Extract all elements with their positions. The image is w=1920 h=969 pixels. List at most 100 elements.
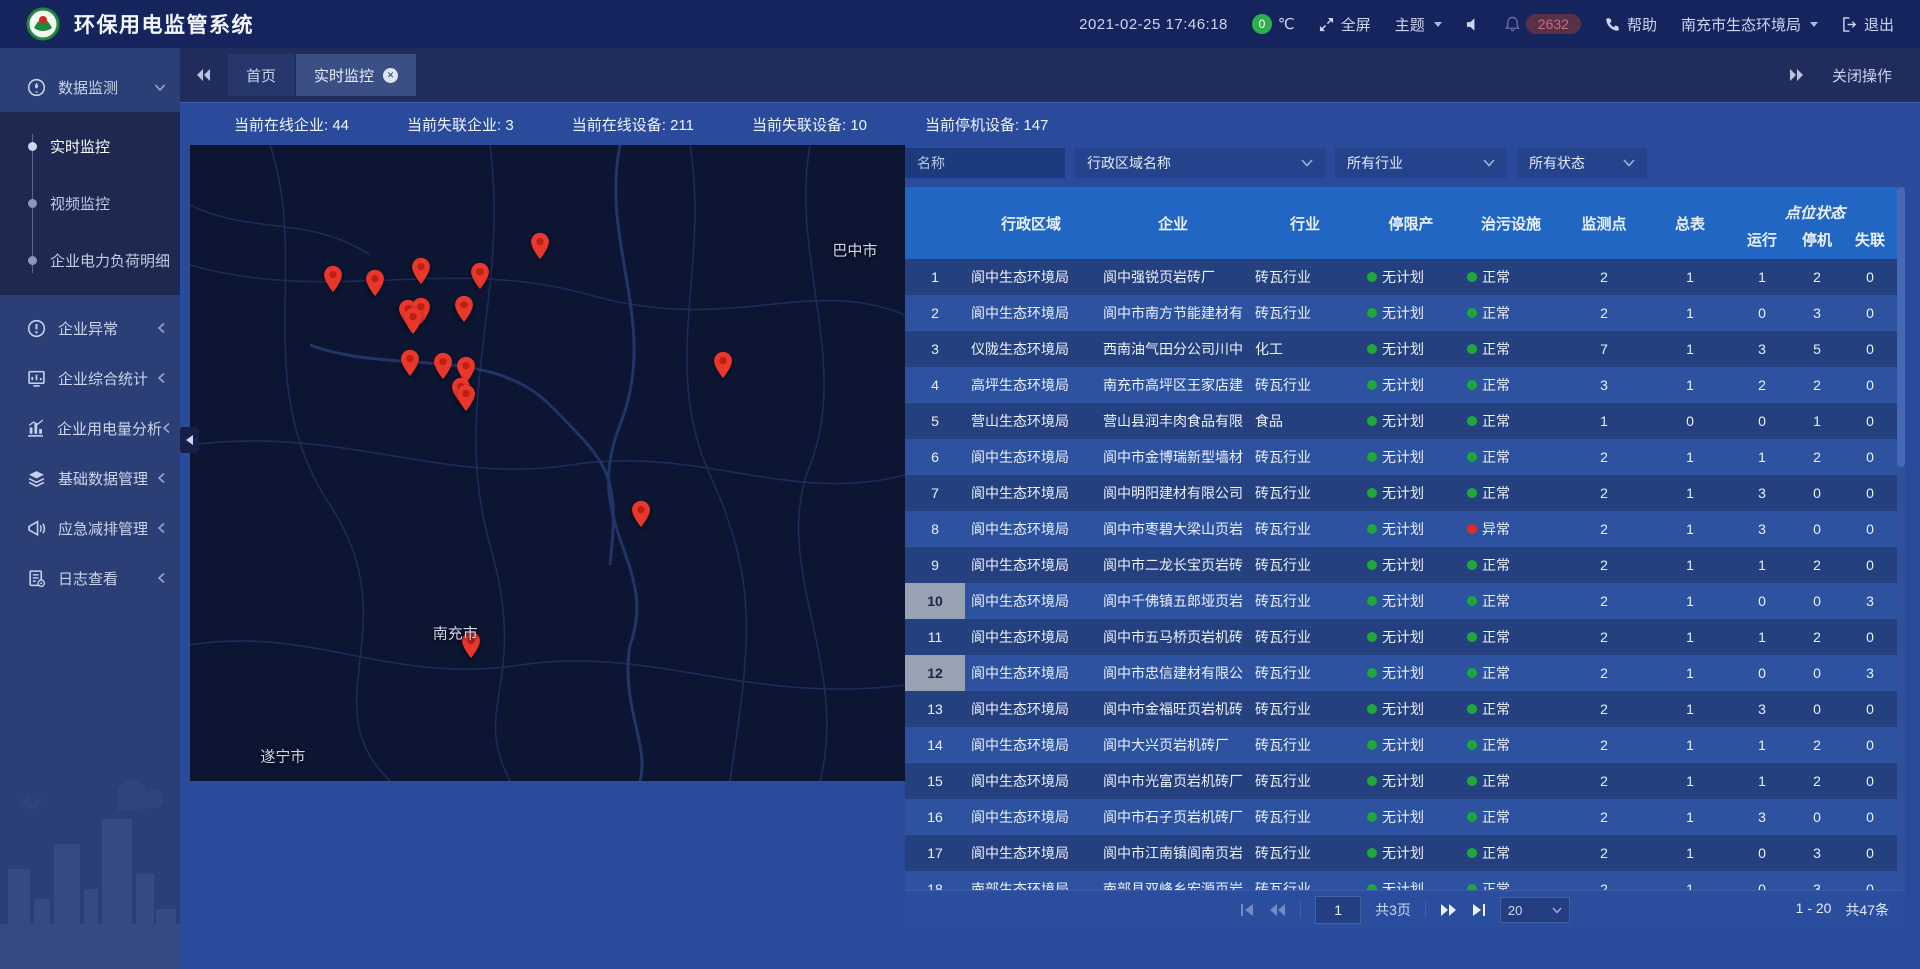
cell-lost: 0 <box>1843 511 1897 547</box>
tab-home[interactable]: 首页 <box>228 54 294 96</box>
map-pin-icon[interactable] <box>470 262 491 290</box>
alert-circle-icon <box>26 318 46 338</box>
cell-stop-status: 无计划 <box>1361 475 1461 511</box>
tab-close-icon[interactable]: ✕ <box>383 68 398 83</box>
sidebar-subitem-power-load-detail[interactable]: 企业电力负荷明细 <box>0 232 180 289</box>
table-row[interactable]: 3仪陇生态环境局西南油气田分公司川中化工无计划正常71350 <box>905 331 1897 367</box>
notification-widget[interactable]: 2632 <box>1505 14 1581 34</box>
tab-realtime[interactable]: 实时监控✕ <box>296 54 416 96</box>
tabs-scroll-left-button[interactable] <box>196 68 212 82</box>
fullscreen-button[interactable]: 全屏 <box>1319 14 1371 35</box>
cell-facility-status: 正常 <box>1461 655 1561 691</box>
next-page-button[interactable] <box>1440 903 1457 917</box>
header-subcol-0[interactable]: 运行 <box>1733 225 1791 259</box>
header-col-5[interactable]: 监测点 <box>1561 187 1647 259</box>
sidebar-item-emergency-reduce[interactable]: 应急减排管理 <box>0 503 180 553</box>
cell-index: 5 <box>905 403 965 439</box>
table-scrollbar[interactable] <box>1897 187 1905 890</box>
map-pin-icon[interactable] <box>410 257 431 285</box>
header-col-3[interactable]: 停限产 <box>1361 187 1461 259</box>
status-dot-icon <box>1367 740 1377 750</box>
name-search-input[interactable] <box>905 148 1065 178</box>
sidebar-item-enterprise-stats[interactable]: 企业综合统计 <box>0 353 180 403</box>
first-page-button[interactable] <box>1240 903 1255 917</box>
tabs-scroll-right-button[interactable] <box>1788 68 1804 82</box>
scrollbar-thumb[interactable] <box>1897 187 1905 467</box>
map-pin-icon[interactable] <box>530 232 551 260</box>
theme-dropdown[interactable]: 主题 <box>1395 14 1442 35</box>
cell-meter: 1 <box>1647 331 1733 367</box>
table-row[interactable]: 2阆中生态环境局阆中市南方节能建材有砖瓦行业无计划正常21030 <box>905 295 1897 331</box>
table-row[interactable]: 6阆中生态环境局阆中市金博瑞新型墙材砖瓦行业无计划正常21120 <box>905 439 1897 475</box>
map-pin-icon[interactable] <box>455 384 476 412</box>
page-number-input[interactable] <box>1315 896 1361 924</box>
header-col-6[interactable]: 总表 <box>1647 187 1733 259</box>
sidebar-subitem-realtime-monitor[interactable]: 实时监控 <box>0 118 180 175</box>
map-pin-icon[interactable] <box>712 351 733 379</box>
map-pin-icon[interactable] <box>365 269 386 297</box>
table-row[interactable]: 15阆中生态环境局阆中市光富页岩机砖厂砖瓦行业无计划正常21120 <box>905 763 1897 799</box>
header-col-2[interactable]: 行业 <box>1249 187 1361 259</box>
map-pin-icon[interactable] <box>400 349 421 377</box>
table-row[interactable]: 12阆中生态环境局阆中市忠信建材有限公砖瓦行业无计划正常21003 <box>905 655 1897 691</box>
stat-item: 当前在线设备: 211 <box>572 114 694 135</box>
status-label: 正常 <box>1482 807 1510 827</box>
top-header-bar: 环保用电监管系统 2021-02-25 17:46:18 0 ℃ 全屏 主题 2… <box>0 0 1920 48</box>
org-dropdown[interactable]: 南充市生态环境局 <box>1681 14 1818 35</box>
map-panel[interactable]: 巴中市南充市遂宁市 <box>190 145 905 781</box>
industry-select[interactable]: 所有行业 <box>1335 148 1507 178</box>
last-page-button[interactable] <box>1471 903 1486 917</box>
map-pin-icon[interactable] <box>631 500 652 528</box>
table-row[interactable]: 11阆中生态环境局阆中市五马桥页岩机砖砖瓦行业无计划正常21120 <box>905 619 1897 655</box>
header-col-0[interactable]: 行政区域 <box>965 187 1097 259</box>
close-operations-button[interactable]: 关闭操作 <box>1832 65 1892 86</box>
help-button[interactable]: 帮助 <box>1605 14 1657 35</box>
map-pin-icon[interactable] <box>453 295 474 323</box>
last-page-icon <box>1471 903 1486 917</box>
header-col-4[interactable]: 治污设施 <box>1461 187 1561 259</box>
cell-meter: 1 <box>1647 511 1733 547</box>
table-row[interactable]: 16阆中生态环境局阆中市石子页岩机砖厂砖瓦行业无计划正常21300 <box>905 799 1897 835</box>
table-row[interactable]: 13阆中生态环境局阆中市金福旺页岩机砖砖瓦行业无计划正常21300 <box>905 691 1897 727</box>
table-row[interactable]: 4高坪生态环境局南充市高坪区王家店建砖瓦行业无计划正常31220 <box>905 367 1897 403</box>
map-pin-icon[interactable] <box>433 352 454 380</box>
sidebar-item-enterprise-abnormal[interactable]: 企业异常 <box>0 303 180 353</box>
cell-index: 11 <box>905 619 965 655</box>
table-row[interactable]: 17阆中生态环境局阆中市江南镇阆南页岩砖瓦行业无计划正常21030 <box>905 835 1897 871</box>
page-size-select[interactable]: 20 <box>1500 897 1570 923</box>
table-row[interactable]: 14阆中生态环境局阆中大兴页岩机砖厂砖瓦行业无计划正常21120 <box>905 727 1897 763</box>
cell-company: 阆中市南方节能建材有 <box>1097 295 1249 331</box>
table-row[interactable]: 8阆中生态环境局阆中市枣碧大梁山页岩砖瓦行业无计划异常21300 <box>905 511 1897 547</box>
prev-page-button[interactable] <box>1269 903 1286 917</box>
cell-stop-status: 无计划 <box>1361 835 1461 871</box>
table-row[interactable]: 1阆中生态环境局阆中强锐页岩砖厂砖瓦行业无计划正常21120 <box>905 259 1897 295</box>
cell-region: 阆中生态环境局 <box>965 763 1097 799</box>
sidebar-item-log-view[interactable]: 日志查看 <box>0 553 180 603</box>
header-subcol-2[interactable]: 失联 <box>1843 225 1897 259</box>
sound-toggle-button[interactable] <box>1466 17 1481 32</box>
table-row[interactable]: 10阆中生态环境局阆中千佛镇五郎垭页岩砖瓦行业无计划正常21003 <box>905 583 1897 619</box>
region-select[interactable]: 行政区域名称 <box>1075 148 1325 178</box>
status-select[interactable]: 所有状态 <box>1517 148 1647 178</box>
sidebar-item-data-monitor[interactable]: 数据监测 <box>0 62 180 112</box>
table-row[interactable]: 7阆中生态环境局阆中明阳建材有限公司砖瓦行业无计划正常21300 <box>905 475 1897 511</box>
header-actions: 2021-02-25 17:46:18 0 ℃ 全屏 主题 2632 <box>1079 14 1920 35</box>
cell-industry: 砖瓦行业 <box>1249 871 1361 890</box>
sidebar-item-power-analysis[interactable]: 企业用电量分析 <box>0 403 180 453</box>
table-row[interactable]: 5营山生态环境局营山县润丰肉食品有限食品无计划正常10010 <box>905 403 1897 439</box>
cell-stop-status: 无计划 <box>1361 655 1461 691</box>
sidebar-item-base-data[interactable]: 基础数据管理 <box>0 453 180 503</box>
map-pin-icon[interactable] <box>403 307 424 335</box>
map-pin-icon[interactable] <box>323 265 344 293</box>
header-subcol-1[interactable]: 停机 <box>1791 225 1843 259</box>
table-row[interactable]: 18南部生态环境局南部县双峰乡宏源页岩砖瓦行业无计划正常21030 <box>905 871 1897 890</box>
sidebar-subitem-video-monitor[interactable]: 视频监控 <box>0 175 180 232</box>
sidebar-collapse-button[interactable] <box>179 427 199 453</box>
header-col-1[interactable]: 企业 <box>1097 187 1249 259</box>
cell-index: 14 <box>905 727 965 763</box>
megaphone-icon <box>26 518 46 538</box>
cell-index: 1 <box>905 259 965 295</box>
logout-button[interactable]: 退出 <box>1842 14 1894 35</box>
subitem-label: 视频监控 <box>50 193 110 214</box>
table-row[interactable]: 9阆中生态环境局阆中市二龙长宝页岩砖砖瓦行业无计划正常21120 <box>905 547 1897 583</box>
